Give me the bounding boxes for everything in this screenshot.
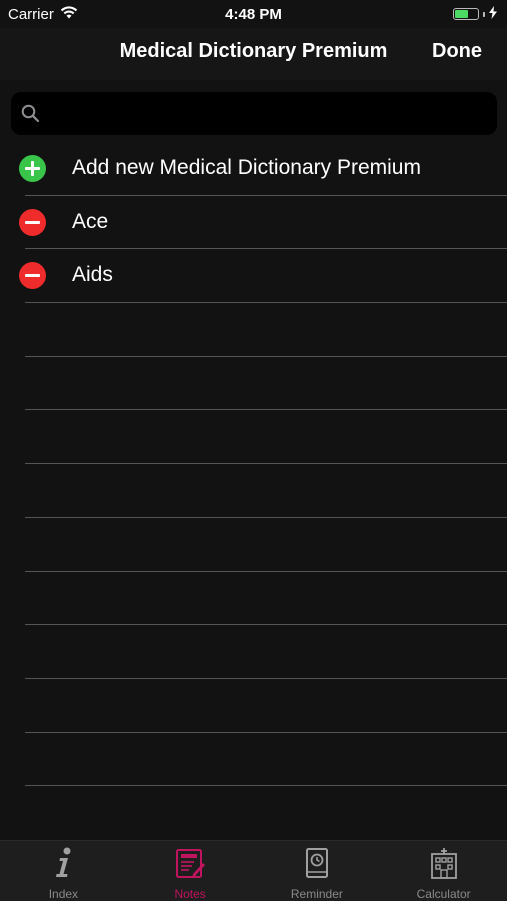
- battery-tip: [483, 11, 485, 17]
- tab-index[interactable]: Index: [0, 841, 127, 901]
- list-item-label: Ace: [72, 209, 109, 233]
- battery-icon: [453, 8, 479, 20]
- list-item[interactable]: Ace: [0, 196, 507, 250]
- notes-icon: [174, 847, 206, 884]
- list-item-label: Add new Medical Dictionary Premium: [72, 156, 421, 179]
- charging-icon: [489, 5, 497, 23]
- delete-icon[interactable]: [19, 262, 46, 290]
- tab-label: Notes: [174, 887, 206, 901]
- list-item[interactable]: Aids: [0, 249, 507, 304]
- navigation-bar: Medical Dictionary Premium Done: [0, 28, 507, 80]
- status-time: 4:48 PM: [225, 5, 282, 23]
- tab-calculator[interactable]: Calculator: [380, 841, 507, 901]
- empty-row: [0, 733, 507, 787]
- tab-label: Reminder: [290, 887, 343, 901]
- empty-row: [0, 303, 507, 357]
- empty-row: [0, 572, 507, 626]
- search-icon: [21, 104, 40, 128]
- empty-row: [0, 410, 507, 465]
- empty-row: [0, 625, 507, 679]
- delete-icon[interactable]: [19, 208, 46, 236]
- empty-row: [0, 464, 507, 518]
- status-bar: Carrier 4:48 PM: [0, 0, 507, 28]
- tab-notes[interactable]: Notes: [127, 841, 254, 901]
- search-bar[interactable]: [11, 92, 497, 137]
- status-right: [453, 5, 507, 23]
- add-icon[interactable]: [19, 155, 46, 182]
- empty-row: [0, 518, 507, 572]
- tab-reminder[interactable]: Reminder: [254, 841, 381, 901]
- page-title-text: Medical Dictionary Premium: [119, 40, 388, 62]
- notes-list: Add new Medical Dictionary Premium Ace A…: [0, 142, 507, 787]
- page-title: Medical Dictionary Premium: [0, 40, 507, 63]
- tab-label: Calculator: [416, 887, 471, 901]
- info-icon: [50, 847, 76, 884]
- calculator-icon: [429, 847, 459, 884]
- list-item-label: Aids: [72, 263, 113, 287]
- empty-row: [0, 679, 507, 733]
- search-input[interactable]: [51, 92, 485, 137]
- tab-bar: Index Notes Reminder Calculator: [0, 840, 507, 901]
- add-note-row[interactable]: Add new Medical Dictionary Premium: [0, 142, 507, 196]
- row-divider: [25, 785, 507, 787]
- empty-row: [0, 357, 507, 411]
- reminder-icon: [304, 847, 330, 884]
- tab-label: Index: [48, 887, 79, 901]
- done-button[interactable]: Done: [432, 40, 482, 63]
